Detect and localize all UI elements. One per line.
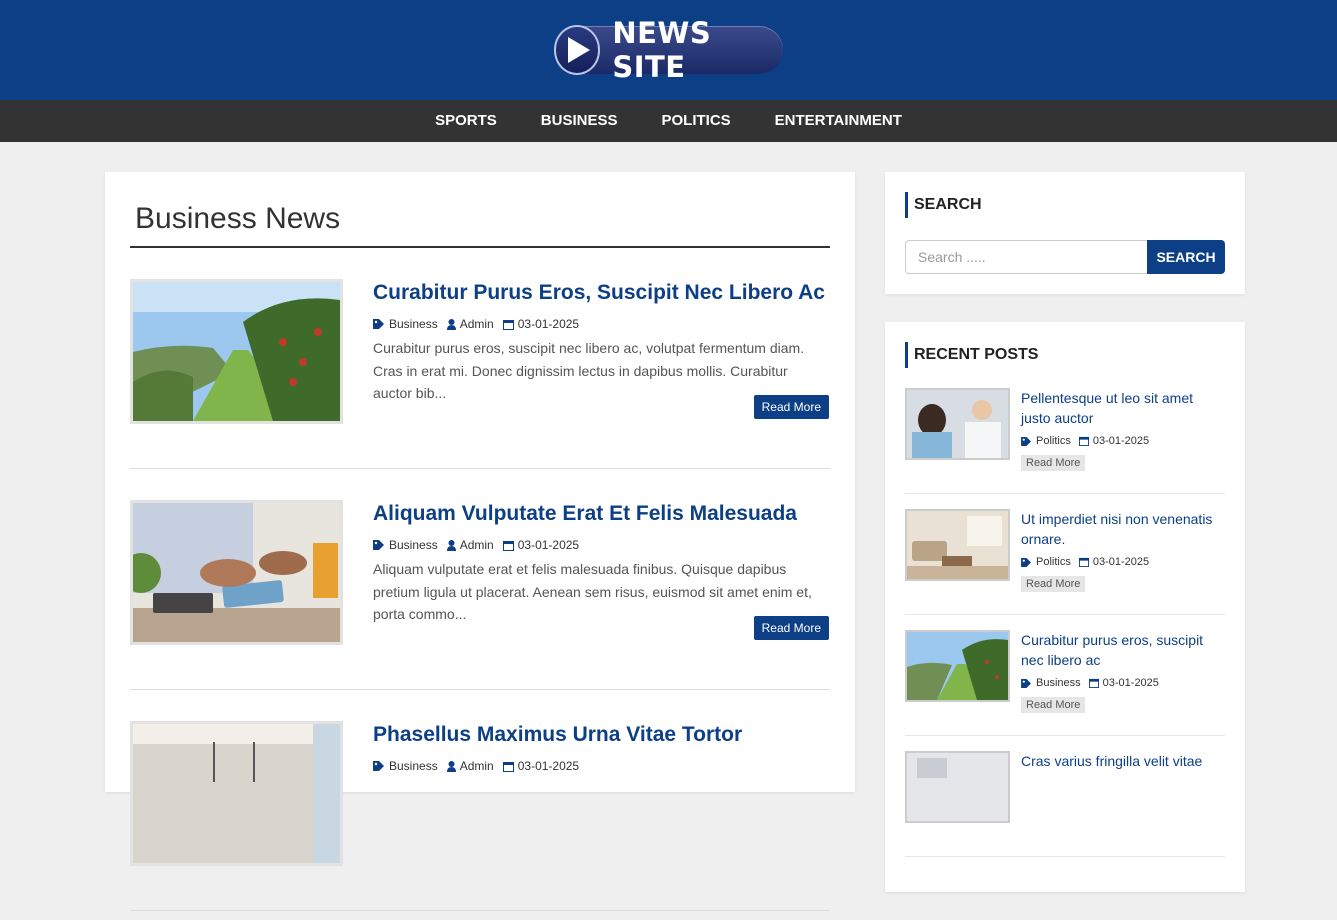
recent-posts-widget: RECENT POSTS Pellentesque ut leo sit ame… [885, 322, 1245, 892]
recent-post: Cras varius fringilla velit vitae [905, 751, 1225, 857]
search-input[interactable] [905, 240, 1147, 274]
search-widget-title: SEARCH [905, 192, 1225, 218]
recent-post-image[interactable] [905, 388, 1010, 460]
article-image[interactable] [130, 500, 343, 645]
article-image[interactable] [130, 721, 343, 866]
article-meta: Business Admin 03-01-2025 [373, 759, 830, 773]
recent-post-image[interactable] [905, 509, 1010, 581]
article-date: 03-01-2025 [502, 317, 579, 331]
recent-post-category[interactable]: Politics [1021, 556, 1071, 568]
user-icon [446, 318, 456, 330]
article-author: Admin [446, 538, 494, 552]
recent-post: Pellentesque ut leo sit amet justo aucto… [905, 388, 1225, 494]
read-more-button[interactable]: Read More [753, 395, 829, 419]
calendar-icon [1088, 678, 1099, 688]
recent-post-title[interactable]: Pellentesque ut leo sit amet justo aucto… [1021, 388, 1225, 428]
article-title[interactable]: Phasellus Maximus Urna Vitae Tortor [373, 723, 830, 747]
main-content: Business News Curabitur Purus Eros, Susc… [105, 172, 855, 911]
read-more-button[interactable]: Read More [753, 616, 829, 640]
article-title[interactable]: Aliquam Vulputate Erat Et Felis Malesuad… [373, 502, 830, 526]
nav-item-sports[interactable]: SPORTS [413, 100, 519, 142]
tag-icon [1021, 678, 1031, 688]
recent-post-title[interactable]: Curabitur purus eros, suscipit nec liber… [1021, 630, 1225, 670]
calendar-icon [1078, 557, 1089, 567]
recent-post-date: 03-01-2025 [1078, 435, 1149, 447]
article-category[interactable]: Business [373, 759, 438, 773]
nav-item-business[interactable]: BUSINESS [519, 100, 640, 142]
calendar-icon [1078, 436, 1089, 446]
recent-post-category[interactable]: Politics [1021, 435, 1071, 447]
recent-posts-list: Pellentesque ut leo sit amet justo aucto… [905, 388, 1225, 857]
nav-item-politics[interactable]: POLITICS [639, 100, 752, 142]
recent-read-more-button[interactable]: Read More [1021, 697, 1086, 713]
nav-item-entertainment[interactable]: ENTERTAINMENT [753, 100, 924, 142]
recent-post-date: 03-01-2025 [1088, 677, 1159, 689]
user-icon [446, 539, 456, 551]
article-meta: Business Admin 03-01-2025 [373, 538, 830, 552]
recent-post-title[interactable]: Cras varius fringilla velit vitae [1021, 751, 1202, 771]
article-image[interactable] [130, 279, 343, 424]
article-category[interactable]: Business [373, 538, 438, 552]
article-card: Curabitur Purus Eros, Suscipit Nec Liber… [130, 248, 830, 469]
tag-icon [1021, 436, 1031, 446]
recent-post-meta: Business 03-01-2025 [1021, 677, 1225, 689]
search-form: SEARCH [905, 240, 1225, 274]
calendar-icon [502, 540, 514, 551]
site-header: NEWS SITE [0, 0, 1337, 100]
recent-post-category[interactable]: Business [1021, 677, 1081, 689]
play-icon [553, 25, 601, 75]
sidebar: SEARCH SEARCH RECENT POSTS Pe [885, 172, 1245, 920]
article-date: 03-01-2025 [502, 538, 579, 552]
recent-post: Ut imperdiet nisi non venenatis ornare. … [905, 509, 1225, 615]
site-logo[interactable]: NEWS SITE [553, 16, 783, 84]
article-author: Admin [446, 317, 494, 331]
tag-icon [373, 761, 384, 771]
search-button[interactable]: SEARCH [1147, 240, 1225, 274]
tag-icon [373, 319, 384, 329]
recent-post-meta: Politics 03-01-2025 [1021, 556, 1225, 568]
logo-text: NEWS SITE [612, 16, 712, 84]
page-title: Business News [130, 172, 830, 248]
search-widget: SEARCH SEARCH [885, 172, 1245, 294]
recent-read-more-button[interactable]: Read More [1021, 455, 1086, 471]
article-author: Admin [446, 759, 494, 773]
article-meta: Business Admin 03-01-2025 [373, 317, 830, 331]
recent-post-title[interactable]: Ut imperdiet nisi non venenatis ornare. [1021, 509, 1225, 549]
tag-icon [373, 540, 384, 550]
recent-post-image[interactable] [905, 751, 1010, 823]
tag-icon [1021, 557, 1031, 567]
main-nav: SPORTS BUSINESS POLITICS ENTERTAINMENT [0, 100, 1337, 142]
recent-read-more-button[interactable]: Read More [1021, 576, 1086, 592]
user-icon [446, 760, 456, 772]
recent-post-meta: Politics 03-01-2025 [1021, 435, 1225, 447]
calendar-icon [502, 319, 514, 330]
recent-post-image[interactable] [905, 630, 1010, 702]
recent-posts-title: RECENT POSTS [905, 342, 1225, 368]
article-category[interactable]: Business [373, 317, 438, 331]
article-card: Phasellus Maximus Urna Vitae Tortor Busi… [130, 690, 830, 911]
calendar-icon [502, 761, 514, 772]
recent-post: Curabitur purus eros, suscipit nec liber… [905, 630, 1225, 736]
article-card: Aliquam Vulputate Erat Et Felis Malesuad… [130, 469, 830, 690]
article-title[interactable]: Curabitur Purus Eros, Suscipit Nec Liber… [373, 281, 830, 305]
article-date: 03-01-2025 [502, 759, 579, 773]
recent-post-date: 03-01-2025 [1078, 556, 1149, 568]
